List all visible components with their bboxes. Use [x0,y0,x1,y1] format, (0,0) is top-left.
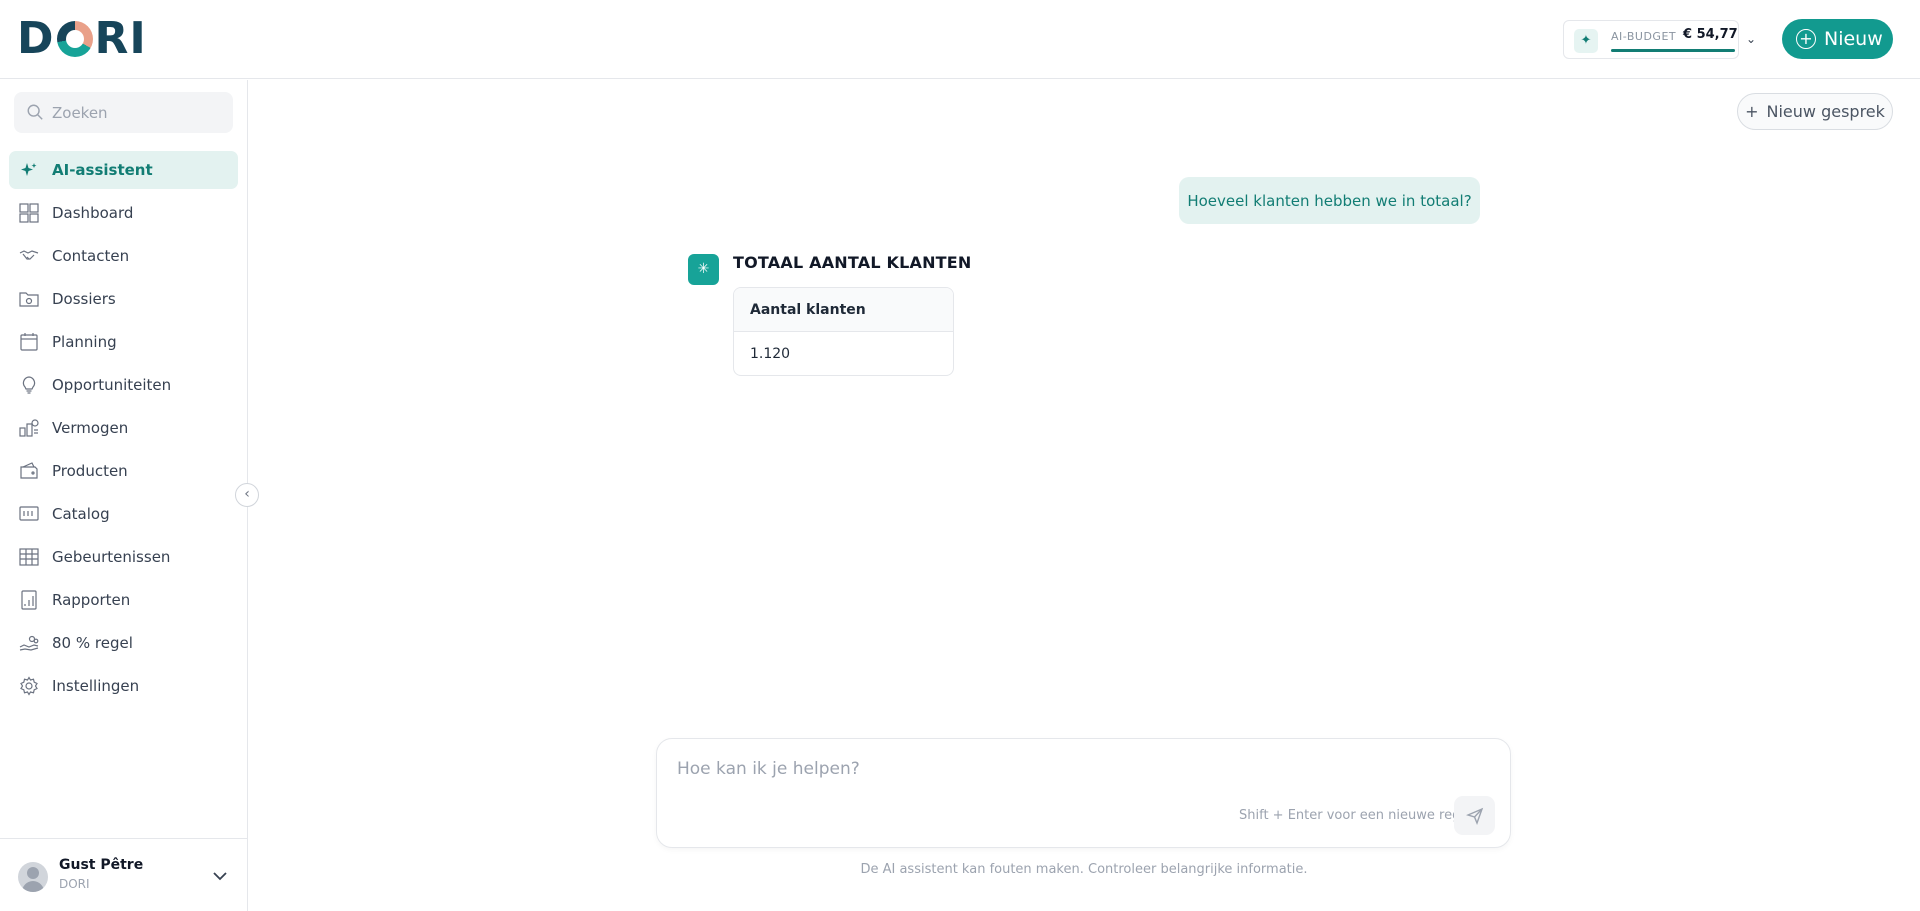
handshake-icon [19,250,39,260]
sidebar-item-label: Planning [52,333,117,351]
dashboard-grid-icon [19,203,39,223]
sidebar-item-label: Producten [52,462,128,480]
assistant-avatar: ✳ [688,254,719,285]
sidebar-item-label: Catalog [52,505,110,523]
sidebar-item-gebeurtenissen[interactable]: Gebeurtenissen [9,538,238,576]
sidebar-item-producten[interactable]: Producten [9,452,238,490]
plus-circle-icon: + [1796,29,1816,49]
chevron-down-icon[interactable] [211,867,229,885]
assistant-response-title: TOTAAL AANTAL KLANTEN [733,253,972,272]
sidebar-item-contacten[interactable]: Contacten [9,237,238,275]
sidebar-item-label: Dashboard [52,204,134,222]
sidebar-item-opportuniteiten[interactable]: Opportuniteiten [9,366,238,404]
logo-letter-d: D [17,13,55,64]
new-chat-button[interactable]: + Nieuw gesprek [1737,93,1893,130]
collapse-sidebar-button[interactable]: ‹ [235,483,259,507]
lightbulb-icon [22,376,36,394]
chat-composer: Shift + Enter voor een nieuwe regel [656,738,1511,848]
spinner-sparkle-icon: ✳ [697,261,710,277]
dori-logo[interactable]: D RI [17,13,147,64]
ai-budget-label: AI-BUDGET [1611,30,1677,43]
sidebar-item-instellingen[interactable]: Instellingen [9,667,238,705]
sparkle-icon [21,163,37,176]
logo-letters-ri: RI [94,13,147,64]
catalog-icon [19,506,39,521]
sidebar-item-label: Instellingen [52,677,140,695]
calendar-icon [20,333,38,351]
wallet-icon [20,462,38,479]
sidebar-item-rapporten[interactable]: Rapporten [9,581,238,619]
top-header: D RI ✦ AI-BUDGET € 54,77 ⌄ + Nieuw [0,0,1920,79]
new-button-label: Nieuw [1824,28,1883,50]
sidebar-item-label: Dossiers [52,290,116,308]
ai-budget-widget[interactable]: ✦ AI-BUDGET € 54,77 ⌄ [1563,20,1756,59]
user-message-text: Hoeveel klanten hebben we in totaal? [1187,191,1472,210]
user-organization: DORI [59,877,90,891]
sidebar-item-catalog[interactable]: Catalog [9,495,238,533]
sidebar-item-dossiers[interactable]: Dossiers [9,280,238,318]
folder-icon [19,292,39,307]
sidebar-item-label: Opportuniteiten [52,376,172,394]
send-button[interactable] [1454,796,1495,835]
report-icon [21,590,37,610]
disclaimer-text: De AI assistent kan fouten maken. Contro… [860,862,1308,877]
assistant-response-table: Aantal klanten 1.120 [733,287,954,376]
composer-hint: Shift + Enter voor een nieuwe regel [1239,808,1472,823]
plus-icon: + [1745,102,1759,121]
sidebar-item-80-regel[interactable]: 80 % regel [9,624,238,662]
sidebar-item-ai-assistent[interactable]: AI-assistent [9,151,238,189]
chevron-down-icon[interactable]: ⌄ [1746,32,1756,46]
sidebar: AI-assistent Dashboard Contacten Dossier… [0,80,248,911]
wealth-icon [19,419,39,437]
user-message-bubble: Hoeveel klanten hebben we in totaal? [1179,177,1480,224]
logo-o-mark-icon [56,21,93,57]
sidebar-item-label: AI-assistent [52,161,153,179]
user-profile[interactable]: Gust Pêtre DORI [0,838,248,911]
ai-budget-value: € 54,77 [1683,27,1738,42]
new-chat-label: Nieuw gesprek [1766,102,1885,121]
search-input[interactable] [52,102,222,124]
sidebar-item-vermogen[interactable]: Vermogen [9,409,238,447]
table-header-cell: Aantal klanten [734,288,953,332]
sidebar-item-planning[interactable]: Planning [9,323,238,361]
sidebar-item-label: 80 % regel [52,634,133,652]
user-name: Gust Pêtre [59,857,144,873]
sidebar-item-label: Rapporten [52,591,131,609]
chevron-left-icon: ‹ [244,486,250,502]
chat-input[interactable] [677,759,1477,789]
sidebar-item-dashboard[interactable]: Dashboard [9,194,238,232]
sidebar-item-label: Contacten [52,247,130,265]
search-icon [27,104,43,120]
ai-budget-progress-fill [1611,49,1735,52]
avatar [18,862,48,892]
hand-coins-icon [19,635,39,651]
events-grid-icon [19,548,39,566]
send-icon [1466,807,1484,825]
sparkle-icon: ✦ [1574,29,1598,53]
gear-icon [20,676,38,696]
sidebar-item-label: Gebeurtenissen [52,548,171,566]
search-box[interactable] [14,92,233,133]
table-value-cell: 1.120 [750,346,791,362]
new-button[interactable]: + Nieuw [1782,19,1893,59]
sidebar-item-label: Vermogen [52,419,129,437]
ai-budget-progress-bar [1611,49,1735,52]
